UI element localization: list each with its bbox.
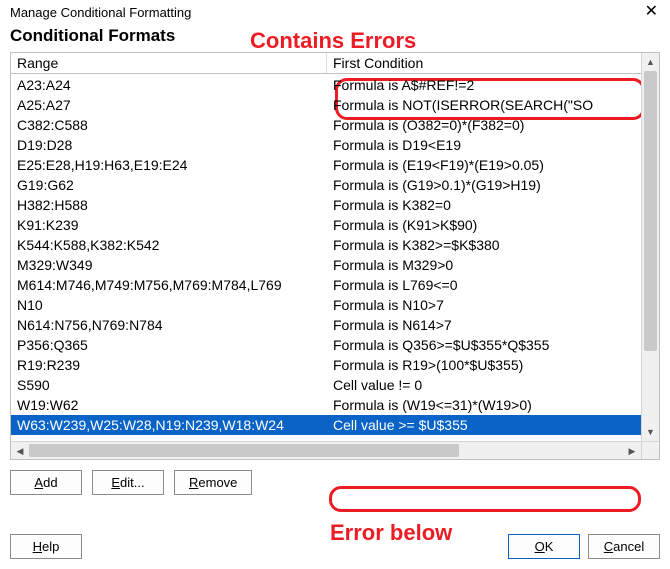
cell-range: A25:A27 [11, 95, 327, 115]
table-row[interactable]: M329:W349Formula is M329>0 [11, 255, 641, 275]
vertical-scrollbar[interactable]: ▲ ▼ [641, 53, 659, 441]
table-row[interactable]: N10Formula is N10>7 [11, 295, 641, 315]
table-row[interactable]: K544:K588,K382:K542Formula is K382>=$K$3… [11, 235, 641, 255]
btn-accel: R [189, 475, 198, 490]
dialog-ok-cancel: OK Cancel [508, 534, 660, 559]
cancel-button[interactable]: Cancel [588, 534, 660, 559]
column-header-first-condition[interactable]: First Condition [327, 53, 659, 73]
hscroll-track[interactable] [29, 442, 623, 459]
hscroll-thumb[interactable] [29, 444, 459, 457]
cell-first-condition: Formula is K382>=$K$380 [327, 235, 641, 255]
table-row[interactable]: K91:K239Formula is (K91>K$90) [11, 215, 641, 235]
table-row[interactable]: P356:Q365Formula is Q356>=$U$355*Q$355 [11, 335, 641, 355]
btn-accel: A [34, 475, 43, 490]
cell-first-condition: Formula is D19<E19 [327, 135, 641, 155]
action-buttons-row: Add Edit... Remove [10, 470, 660, 495]
btn-text: K [545, 539, 554, 554]
table-row[interactable]: G19:G62Formula is (G19>0.1)*(G19>H19) [11, 175, 641, 195]
cell-range: G19:G62 [11, 175, 327, 195]
table-row[interactable]: W19:W62Formula is (W19<=31)*(W19>0) [11, 395, 641, 415]
cell-first-condition: Formula is A$#REF!=2 [327, 75, 641, 95]
add-button[interactable]: Add [10, 470, 82, 495]
cell-first-condition: Formula is N614>7 [327, 315, 641, 335]
cell-range: N10 [11, 295, 327, 315]
table-row[interactable]: M614:M746,M749:M756,M769:M784,L769Formul… [11, 275, 641, 295]
cell-first-condition: Formula is NOT(ISERROR(SEARCH("SO [327, 95, 641, 115]
cell-range: A23:A24 [11, 75, 327, 95]
scrollbar-corner [641, 441, 659, 459]
cell-first-condition: Formula is Q356>=$U$355*Q$355 [327, 335, 641, 355]
btn-accel: H [33, 539, 42, 554]
cell-first-condition: Formula is L769<=0 [327, 275, 641, 295]
btn-text: elp [42, 539, 59, 554]
btn-text: ancel [613, 539, 644, 554]
btn-accel: O [535, 539, 545, 554]
cell-first-condition: Formula is N10>7 [327, 295, 641, 315]
scroll-right-icon[interactable]: ▶ [623, 442, 641, 460]
cell-range: H382:H588 [11, 195, 327, 215]
btn-accel: E [111, 475, 120, 490]
section-title: Conditional Formats [0, 22, 670, 52]
table-row[interactable]: E25:E28,H19:H63,E19:E24Formula is (E19<F… [11, 155, 641, 175]
cell-range: K544:K588,K382:K542 [11, 235, 327, 255]
table-row[interactable]: D19:D28Formula is D19<E19 [11, 135, 641, 155]
ok-button[interactable]: OK [508, 534, 580, 559]
table-row[interactable]: A25:A27Formula is NOT(ISERROR(SEARCH("SO [11, 95, 641, 115]
cell-first-condition: Cell value != 0 [327, 375, 641, 395]
table-row[interactable]: C382:C588Formula is (O382=0)*(F382=0) [11, 115, 641, 135]
btn-accel: C [604, 539, 613, 554]
conditional-formats-grid: Range First Condition A23:A24Formula is … [10, 52, 660, 460]
dialog-title: Manage Conditional Formatting [10, 5, 191, 20]
cell-range: S590 [11, 375, 327, 395]
cell-range: C382:C588 [11, 115, 327, 135]
cell-range: W63:W239,W25:W28,N19:N239,W18:W24 [11, 415, 327, 435]
cell-first-condition: Formula is (G19>0.1)*(G19>H19) [327, 175, 641, 195]
table-row[interactable]: R19:R239Formula is R19>(100*$U$355) [11, 355, 641, 375]
dialog-bottom-row: Help OK Cancel [10, 534, 660, 559]
cell-range: D19:D28 [11, 135, 327, 155]
cell-first-condition: Formula is (E19<F19)*(E19>0.05) [327, 155, 641, 175]
cell-first-condition: Cell value >= $U$355 [327, 415, 641, 435]
cell-first-condition: Formula is K382=0 [327, 195, 641, 215]
cell-range: M614:M746,M749:M756,M769:M784,L769 [11, 275, 327, 295]
scroll-left-icon[interactable]: ◀ [11, 442, 29, 460]
cell-first-condition: Formula is (O382=0)*(F382=0) [327, 115, 641, 135]
cell-range: K91:K239 [11, 215, 327, 235]
btn-text: emove [198, 475, 237, 490]
edit-button[interactable]: Edit... [92, 470, 164, 495]
cell-range: N614:N756,N769:N784 [11, 315, 327, 335]
cell-range: W19:W62 [11, 395, 327, 415]
grid-body: A23:A24Formula is A$#REF!=2A25:A27Formul… [11, 75, 641, 441]
cell-first-condition: Formula is M329>0 [327, 255, 641, 275]
remove-button[interactable]: Remove [174, 470, 252, 495]
column-header-range[interactable]: Range [11, 53, 327, 73]
cell-range: R19:R239 [11, 355, 327, 375]
table-row[interactable]: A23:A24Formula is A$#REF!=2 [11, 75, 641, 95]
cell-first-condition: Formula is (K91>K$90) [327, 215, 641, 235]
cell-range: M329:W349 [11, 255, 327, 275]
scroll-down-icon[interactable]: ▼ [642, 423, 659, 441]
dialog-titlebar: Manage Conditional Formatting ✕ [0, 0, 670, 22]
cell-first-condition: Formula is (W19<=31)*(W19>0) [327, 395, 641, 415]
table-row[interactable]: S590Cell value != 0 [11, 375, 641, 395]
grid-header: Range First Condition [11, 53, 659, 74]
cell-range: E25:E28,H19:H63,E19:E24 [11, 155, 327, 175]
btn-text: dd [43, 475, 57, 490]
btn-text: dit... [120, 475, 145, 490]
help-button[interactable]: Help [10, 534, 82, 559]
scroll-up-icon[interactable]: ▲ [642, 53, 659, 71]
cell-range: P356:Q365 [11, 335, 327, 355]
vscroll-track[interactable] [642, 71, 659, 423]
table-row[interactable]: N614:N756,N769:N784Formula is N614>7 [11, 315, 641, 335]
table-row[interactable]: W63:W239,W25:W28,N19:N239,W18:W24Cell va… [11, 415, 641, 435]
cell-first-condition: Formula is R19>(100*$U$355) [327, 355, 641, 375]
table-row[interactable]: H382:H588Formula is K382=0 [11, 195, 641, 215]
horizontal-scrollbar[interactable]: ◀ ▶ [11, 441, 641, 459]
close-icon[interactable]: ✕ [641, 4, 662, 20]
vscroll-thumb[interactable] [644, 71, 657, 351]
